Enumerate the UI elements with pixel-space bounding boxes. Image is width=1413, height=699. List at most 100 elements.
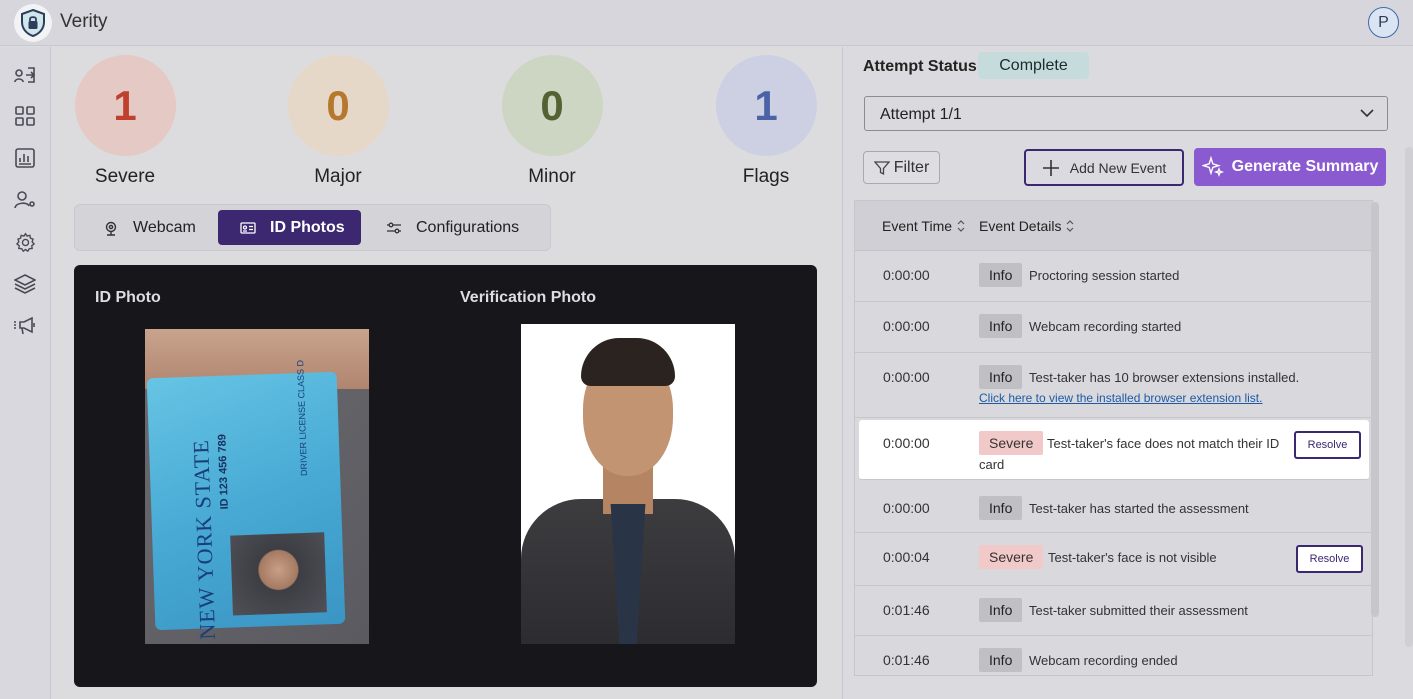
sort-icon	[956, 219, 966, 233]
table-row-highlighted[interactable]: 0:00:00 Severe Test-taker's face does no…	[859, 420, 1369, 480]
id-photo-image[interactable]: NEW YORK STATE DRIVER LICENSE CLASS D ID…	[145, 329, 369, 644]
sidebar	[0, 47, 51, 699]
table-row[interactable]: 0:01:46 Info Test-taker submitted their …	[855, 586, 1372, 636]
event-time: 0:00:00	[883, 435, 930, 451]
tab-webcam[interactable]: Webcam	[103, 210, 196, 245]
layers-icon[interactable]	[13, 272, 37, 296]
tab-id-photos-label: ID Photos	[270, 218, 345, 236]
megaphone-icon[interactable]	[13, 314, 37, 338]
id-photo-title: ID Photo	[95, 289, 161, 306]
generate-summary-button[interactable]: Generate Summary	[1194, 148, 1386, 186]
panel-scrollbar[interactable]	[1405, 147, 1413, 647]
event-text: Test-taker's face is not visible	[1048, 550, 1217, 565]
plus-icon	[1042, 159, 1060, 177]
attempt-status-badge: Complete	[978, 52, 1089, 79]
card-number-text: ID 123 456 789	[216, 433, 231, 510]
report-icon[interactable]	[13, 146, 37, 170]
gear-icon[interactable]	[13, 230, 37, 254]
stat-flags: 1 Flags	[696, 55, 836, 188]
sparkle-icon	[1201, 156, 1224, 178]
stat-flags-value: 1	[715, 55, 817, 156]
photos-panel: ID Photo Verification Photo NEW YORK STA…	[74, 265, 817, 687]
attempt-select-value: Attempt 1/1	[880, 106, 962, 123]
user-settings-icon[interactable]	[13, 188, 37, 212]
stat-severe-label: Severe	[94, 166, 156, 187]
event-text: Webcam recording ended	[1029, 653, 1178, 668]
event-time: 0:00:00	[883, 267, 930, 283]
event-text: Test-taker has 10 browser extensions ins…	[1029, 370, 1300, 385]
filter-button[interactable]: Filter	[863, 151, 940, 184]
col-event-details-label: Event Details	[979, 218, 1062, 234]
filter-label: Filter	[893, 158, 930, 176]
event-text: Webcam recording started	[1029, 319, 1182, 334]
table-row[interactable]: 0:00:00 Info Webcam recording started	[855, 302, 1372, 353]
tab-configurations[interactable]: Configurations	[386, 210, 519, 245]
app-title: Verity	[60, 11, 108, 32]
extension-list-link[interactable]: Click here to view the installed browser…	[979, 391, 1262, 405]
event-time: 0:00:00	[883, 369, 930, 385]
filter-icon	[873, 160, 890, 176]
generate-summary-label: Generate Summary	[1231, 158, 1379, 175]
event-type-badge: Info	[979, 496, 1023, 520]
resolve-button[interactable]: Resolve	[1296, 545, 1363, 573]
attempt-status-label: Attempt Status:	[863, 58, 983, 75]
grid-icon[interactable]	[13, 104, 37, 128]
portrait-hair	[581, 338, 675, 386]
user-avatar[interactable]: P	[1368, 7, 1399, 38]
event-type-badge: Severe	[979, 545, 1044, 569]
tab-id-photos[interactable]: ID Photos	[218, 210, 361, 245]
webcam-icon	[103, 220, 119, 236]
stat-minor-label: Minor	[528, 166, 576, 187]
resolve-button[interactable]: Resolve	[1294, 431, 1361, 459]
event-type-badge: Info	[979, 648, 1023, 672]
event-type-badge: Info	[979, 314, 1023, 338]
verification-photo-image[interactable]	[521, 324, 735, 644]
stat-minor: 0 Minor	[482, 55, 622, 188]
events-table: Event Time Event Details 0:00:00 Info Pr…	[854, 200, 1373, 676]
view-tabs: Webcam ID Photos Configurations	[74, 204, 551, 251]
event-time: 0:00:00	[883, 318, 930, 334]
event-type-badge: Severe	[979, 431, 1044, 455]
card-state-text: NEW YORK STATE	[188, 438, 221, 641]
stat-flags-label: Flags	[742, 166, 790, 187]
sliders-icon	[386, 221, 402, 235]
events-table-header: Event Time Event Details	[855, 201, 1372, 251]
event-text-continued: card	[979, 457, 1005, 472]
col-event-details[interactable]: Event Details	[979, 218, 1075, 234]
event-time: 0:00:04	[883, 549, 930, 565]
verity-logo-icon[interactable]	[14, 4, 52, 42]
table-row[interactable]: 0:00:00 Info Test-taker has started the …	[855, 482, 1372, 533]
add-new-event-label: Add New Event	[1069, 159, 1167, 176]
id-card-icon	[240, 221, 256, 235]
event-type-badge: Info	[979, 263, 1023, 287]
event-text: Test-taker has started the assessment	[1029, 501, 1249, 516]
event-time: 0:00:00	[883, 500, 930, 516]
stat-severe-value: 1	[74, 55, 176, 156]
event-text: Proctoring session started	[1029, 268, 1180, 283]
event-type-badge: Info	[979, 598, 1023, 622]
sort-icon	[1065, 219, 1075, 233]
col-event-time[interactable]: Event Time	[882, 218, 966, 234]
add-new-event-button[interactable]: Add New Event	[1024, 149, 1184, 186]
card-portrait	[230, 532, 327, 616]
attempt-select[interactable]: Attempt 1/1	[864, 96, 1388, 131]
event-text: Test-taker's face does not match their I…	[1047, 436, 1280, 451]
main-content: 1 Severe 0 Major 0 Minor 1 Flags Webcam …	[52, 47, 840, 699]
login-icon[interactable]	[13, 63, 37, 87]
table-row[interactable]: 0:00:04 Severe Test-taker's face is not …	[855, 533, 1372, 586]
stat-major-label: Major	[314, 166, 362, 187]
events-scrollbar[interactable]	[1371, 202, 1379, 617]
event-type-badge: Info	[979, 365, 1023, 389]
tab-webcam-label: Webcam	[133, 218, 196, 236]
events-panel: Attempt Status: Complete Attempt 1/1 Fil…	[842, 47, 1413, 699]
stat-major-value: 0	[287, 55, 389, 156]
verification-photo-title: Verification Photo	[460, 289, 597, 306]
event-time: 0:01:46	[883, 652, 930, 668]
table-row[interactable]: 0:00:00 Info Proctoring session started	[855, 251, 1372, 302]
tab-configurations-label: Configurations	[416, 218, 520, 236]
chevron-down-icon	[1359, 105, 1375, 126]
stat-minor-value: 0	[501, 55, 603, 156]
table-row[interactable]: 0:00:00 Info Test-taker has 10 browser e…	[855, 353, 1372, 418]
id-card: NEW YORK STATE DRIVER LICENSE CLASS D ID…	[146, 360, 346, 640]
table-row[interactable]: 0:01:46 Info Webcam recording ended	[855, 636, 1372, 675]
